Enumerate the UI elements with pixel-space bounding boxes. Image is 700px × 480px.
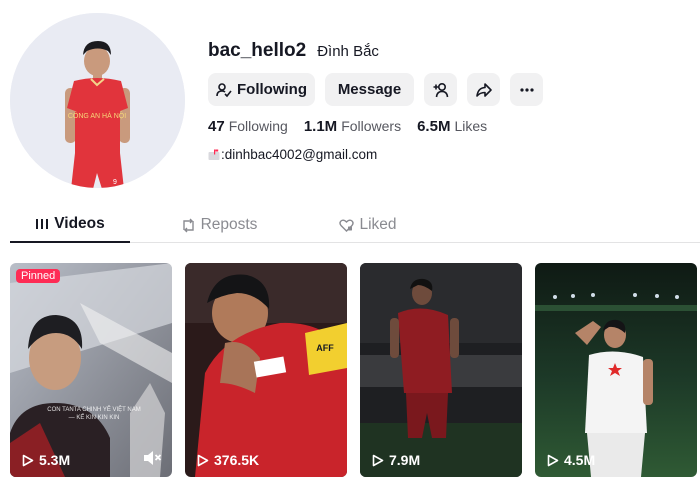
video-card[interactable]: Pinned CON TANTA CHINH YÊ VIỆT NAM — KẾ …	[10, 263, 172, 477]
message-label: Message	[337, 81, 402, 98]
video-views-count: 376.5K	[214, 452, 260, 468]
play-icon	[547, 454, 559, 466]
video-views: 376.5K	[197, 452, 259, 468]
add-friend-icon	[433, 82, 448, 97]
tab-reposts-label: Reposts	[200, 216, 258, 233]
mailbox-icon	[208, 149, 220, 160]
stat-followers-label: Followers	[341, 118, 402, 134]
video-views-count: 4.5M	[564, 452, 596, 468]
video-thumbnail	[535, 263, 697, 477]
profile-tabs: Videos Reposts Liked	[10, 207, 700, 243]
play-icon	[372, 454, 384, 466]
profile-name-row: bac_hello2 Đình Bắc	[208, 40, 379, 62]
stat-following-value: 47	[208, 118, 225, 135]
video-card[interactable]: 7.9M	[360, 263, 522, 477]
jersey-text: CÔNG AN HÀ NỘI	[68, 111, 126, 120]
profile-username: bac_hello2	[208, 40, 307, 61]
stat-following-label: Following	[228, 118, 288, 134]
play-icon	[22, 454, 34, 466]
video-views-count: 7.9M	[389, 452, 421, 468]
pinned-badge: Pinned	[16, 269, 61, 283]
play-icon	[197, 454, 209, 466]
share-button[interactable]	[467, 73, 500, 106]
video-views-count: 5.3M	[39, 452, 71, 468]
profile-nickname: Đình Bắc	[317, 43, 379, 60]
stat-followers-value: 1.1M	[303, 118, 338, 135]
profile-avatar[interactable]: CÔNG AN HÀ NỘI 9	[10, 13, 185, 188]
tab-liked-label: Liked	[359, 216, 397, 233]
stat-likes-value: 6.5M	[417, 118, 451, 135]
video-card[interactable]: AFF 376.5K	[185, 263, 347, 477]
repost-icon	[182, 218, 194, 232]
video-views: 7.9M	[372, 452, 420, 468]
video-views: 4.5M	[547, 452, 595, 468]
profile-bio: :dinhbac4002@gmail.com	[208, 147, 377, 162]
video-thumbnail	[360, 263, 522, 477]
profile-stats: 47 Following 1.1M Followers 6.5M Likes	[208, 118, 503, 135]
tab-liked[interactable]: Liked	[308, 207, 428, 243]
video-thumbnail: AFF	[185, 263, 347, 477]
following-button[interactable]: Following	[208, 73, 315, 106]
video-card[interactable]: 4.5M	[535, 263, 697, 477]
stat-following[interactable]: 47 Following	[208, 118, 288, 135]
heart-icon	[339, 219, 355, 232]
muted-icon[interactable]	[142, 449, 162, 467]
video-views: 5.3M	[22, 452, 70, 468]
tab-videos-label: Videos	[54, 215, 105, 232]
avatar-image: CÔNG AN HÀ NỘI 9	[10, 13, 185, 188]
more-button[interactable]	[510, 73, 543, 106]
armband-text: AFF	[316, 343, 334, 353]
following-label: Following	[237, 81, 307, 98]
stat-followers[interactable]: 1.1M Followers	[304, 118, 401, 135]
profile-bio-text: :dinhbac4002@gmail.com	[221, 147, 378, 162]
share-icon	[475, 82, 492, 97]
jersey-number: 9	[113, 179, 117, 186]
stat-likes-label: Likes	[454, 118, 488, 134]
tab-videos[interactable]: Videos	[10, 207, 130, 243]
tab-reposts[interactable]: Reposts	[159, 207, 279, 243]
following-check-icon	[216, 82, 232, 97]
video-thumbnail	[10, 263, 172, 477]
video-caption: CON TANTA CHINH YÊ VIỆT NAM — KẾ KIN KIN…	[47, 407, 141, 421]
grid-icon	[36, 219, 49, 229]
message-button[interactable]: Message	[325, 73, 414, 106]
stat-likes: 6.5M Likes	[417, 118, 487, 135]
profile-actions: Following Message	[208, 73, 553, 106]
add-friend-button[interactable]	[424, 73, 457, 106]
video-grid: Pinned CON TANTA CHINH YÊ VIỆT NAM — KẾ …	[10, 263, 700, 477]
more-icon	[519, 87, 534, 92]
